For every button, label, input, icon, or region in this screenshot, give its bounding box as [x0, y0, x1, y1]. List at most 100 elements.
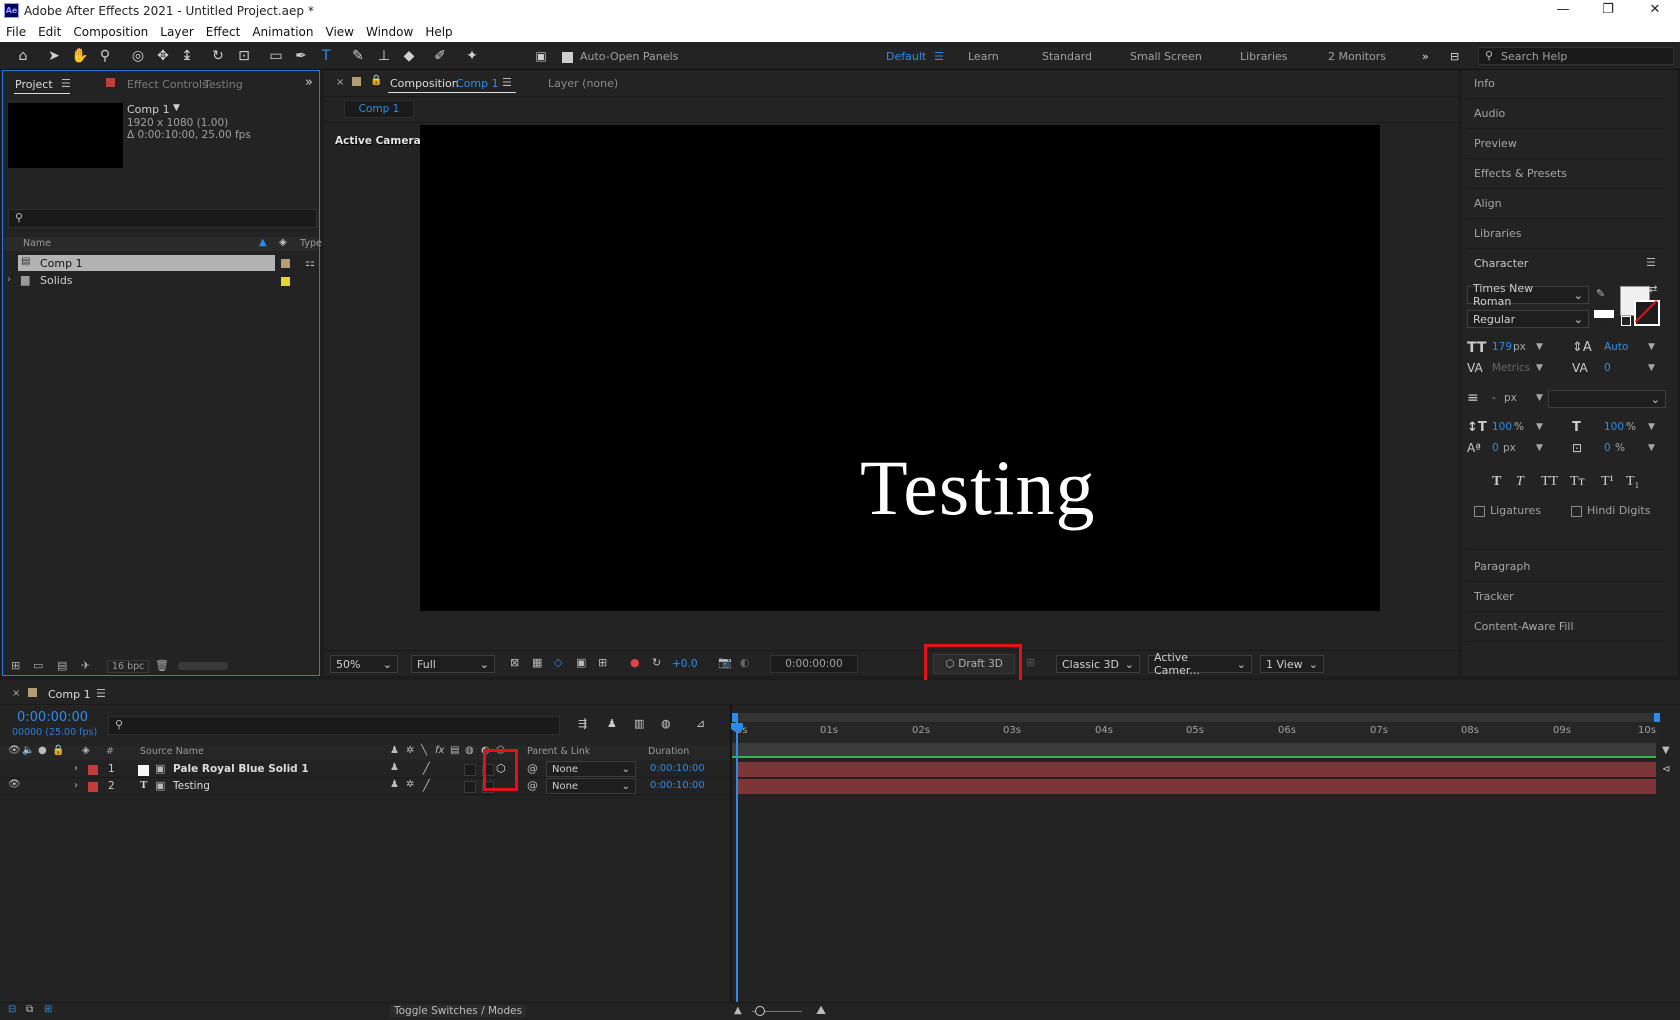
character-panel-title[interactable]: Character [1474, 257, 1528, 270]
chevron-down-icon[interactable]: ▼ [1648, 342, 1655, 352]
expand-chevron-icon[interactable]: › [74, 780, 78, 791]
eraser-tool-icon[interactable]: ◆ [399, 46, 419, 66]
visibility-icon[interactable]: 👁 [8, 745, 21, 756]
stroke-color-swatch[interactable] [1634, 300, 1660, 326]
layer-tab[interactable]: Layer (none) [548, 77, 618, 90]
label-icon[interactable]: ◈ [82, 745, 90, 756]
shy-switch-icon[interactable]: ♟ [390, 762, 399, 773]
toggle-switches-modes-button[interactable]: Toggle Switches / Modes [390, 1005, 527, 1017]
selection-tool-icon[interactable]: ➤ [44, 46, 64, 66]
pan-camera-icon[interactable]: ✥ [153, 46, 173, 66]
motion-blur-icon[interactable]: ◍ [661, 717, 671, 730]
visibility-icon[interactable]: 👁 [8, 779, 21, 790]
extended-viewer-icon[interactable]: ⊞ [1026, 656, 1035, 669]
clone-stamp-icon[interactable]: ⊥ [374, 46, 394, 66]
auto-open-panels-icon[interactable]: ▣ [531, 46, 551, 66]
info-panel[interactable]: Info [1474, 77, 1495, 90]
project-tab[interactable]: Project [15, 78, 53, 91]
pen-tool-icon[interactable]: ✒ [291, 46, 311, 66]
reset-exposure-icon[interactable]: ↻ [652, 656, 661, 669]
rectangle-tool-icon[interactable]: ▭ [266, 46, 286, 66]
hindi-digits-checkbox[interactable] [1571, 504, 1582, 517]
menu-layer[interactable]: Layer [154, 25, 199, 39]
flowchart-icon[interactable]: ⚏ [305, 256, 315, 269]
name-column[interactable]: Name [23, 238, 51, 249]
snapshot-icon[interactable]: 📷 [718, 656, 732, 669]
label-swatch[interactable] [281, 259, 290, 268]
panel-menu-icon[interactable]: ☰ [96, 687, 106, 700]
rotation-tool-icon[interactable]: ↻ [208, 46, 228, 66]
superscript-button[interactable]: T¹ [1601, 474, 1614, 490]
adjust-settings-icon[interactable]: ✈ [81, 659, 90, 672]
comp-end-marker-icon[interactable]: ▼ [1662, 745, 1670, 756]
pick-whip-icon[interactable]: @ [527, 779, 538, 792]
work-area-bar[interactable] [732, 743, 1656, 758]
table-row[interactable]: › 1 ▣ Pale Royal Blue Solid 1 ♟ ╱ ⬡ @ No… [0, 761, 730, 778]
pick-whip-icon[interactable]: @ [527, 762, 538, 775]
font-style-dropdown[interactable]: Regular ⌄ [1467, 310, 1589, 328]
lock-icon[interactable]: 🔒 [52, 745, 64, 756]
motion-blur-switch-box[interactable] [464, 764, 476, 776]
workspace-learn[interactable]: Learn [968, 50, 999, 63]
time-ruler[interactable]: 0s 01s 02s 03s 04s 05s 06s 07s 08s 09s 1… [732, 723, 1660, 743]
audio-panel[interactable]: Audio [1474, 107, 1505, 120]
expand-chevron-icon[interactable]: › [7, 274, 11, 285]
frame-blending-icon[interactable]: ▥ [634, 717, 644, 730]
playhead[interactable] [736, 713, 738, 1003]
sync-settings-icon[interactable]: ⊟ [1450, 50, 1459, 63]
composition-tab-name[interactable]: Comp 1 [456, 77, 499, 90]
menu-composition[interactable]: Composition [67, 25, 154, 39]
renderer-dropdown[interactable]: Classic 3D ⌄ [1056, 655, 1140, 673]
align-panel[interactable]: Align [1474, 197, 1502, 210]
zoom-slider-thumb[interactable] [755, 1006, 765, 1016]
ligatures-checkbox[interactable] [1474, 504, 1485, 517]
anchor-tool-icon[interactable]: ⊡ [234, 46, 254, 66]
chevron-down-icon[interactable]: ▼ [1536, 443, 1543, 453]
draft-3d-button[interactable]: ⬡ Draft 3D [933, 654, 1015, 674]
panel-menu-icon[interactable]: ☰ [1646, 256, 1656, 269]
layer-duration[interactable]: 0:00:10:00 [650, 780, 705, 791]
region-of-interest-icon[interactable]: ▣ [576, 656, 586, 669]
menu-animation[interactable]: Animation [246, 25, 319, 39]
project-item-label[interactable]: Solids [40, 274, 73, 287]
chevron-down-icon[interactable]: ▼ [1648, 363, 1655, 373]
stroke-width-value[interactable]: - [1492, 392, 1496, 404]
chevron-down-icon[interactable]: ▼ [1536, 363, 1543, 373]
menu-help[interactable]: Help [419, 25, 458, 39]
grid-guides-icon[interactable]: ⊞ [598, 656, 607, 669]
frame-blend-switch-icon[interactable]: ▤ [450, 745, 459, 756]
fast-previews-icon[interactable]: ⊠ [510, 656, 519, 669]
quality-switch-icon[interactable]: ╱ [423, 779, 430, 792]
menu-effect[interactable]: Effect [200, 25, 247, 39]
source-name-column[interactable]: Source Name [140, 746, 204, 757]
close-tab-icon[interactable]: × [12, 688, 20, 699]
text-layer-testing[interactable]: Testing [860, 449, 1096, 527]
no-fill-swatch[interactable] [1621, 316, 1631, 326]
effects-presets-panel[interactable]: Effects & Presets [1474, 167, 1567, 180]
zoom-in-icon[interactable]: ⛰ [816, 1003, 826, 1018]
resolution-dropdown[interactable]: Full ⌄ [411, 655, 495, 673]
composition-tab[interactable]: Composition [390, 77, 459, 90]
navigator-end-handle[interactable] [1654, 713, 1660, 722]
comp-canvas[interactable]: Testing [420, 125, 1380, 611]
maximize-button[interactable]: ❐ [1593, 2, 1623, 20]
magnification-dropdown[interactable]: 50% ⌄ [330, 655, 398, 673]
comp-navigator-tab[interactable]: Comp 1 [344, 100, 414, 118]
workspace-small-screen[interactable]: Small Screen [1130, 50, 1202, 63]
stroke-style-dropdown[interactable]: ⌄ [1548, 390, 1666, 408]
trash-icon[interactable]: 🗑 [155, 659, 169, 672]
exposure-value[interactable]: +0.0 [672, 658, 698, 670]
effects-switch-icon[interactable]: fx [435, 745, 444, 756]
collapse-switch-icon[interactable]: ✲ [406, 745, 414, 756]
menu-window[interactable]: Window [360, 25, 419, 39]
layer-label-swatch[interactable] [88, 782, 98, 792]
all-caps-button[interactable]: TT [1541, 474, 1558, 490]
tracking-value[interactable]: 0 [1604, 362, 1611, 374]
menu-file[interactable]: File [0, 25, 32, 39]
graph-editor-icon[interactable]: ⊿ [696, 717, 705, 730]
zoom-out-icon[interactable]: ▲ [734, 1005, 742, 1016]
faux-italic-button[interactable]: T [1516, 474, 1524, 490]
home-icon[interactable]: ⌂ [13, 46, 33, 66]
label-column-icon[interactable]: ◈ [279, 237, 287, 248]
small-caps-button[interactable]: Tт [1570, 474, 1585, 490]
